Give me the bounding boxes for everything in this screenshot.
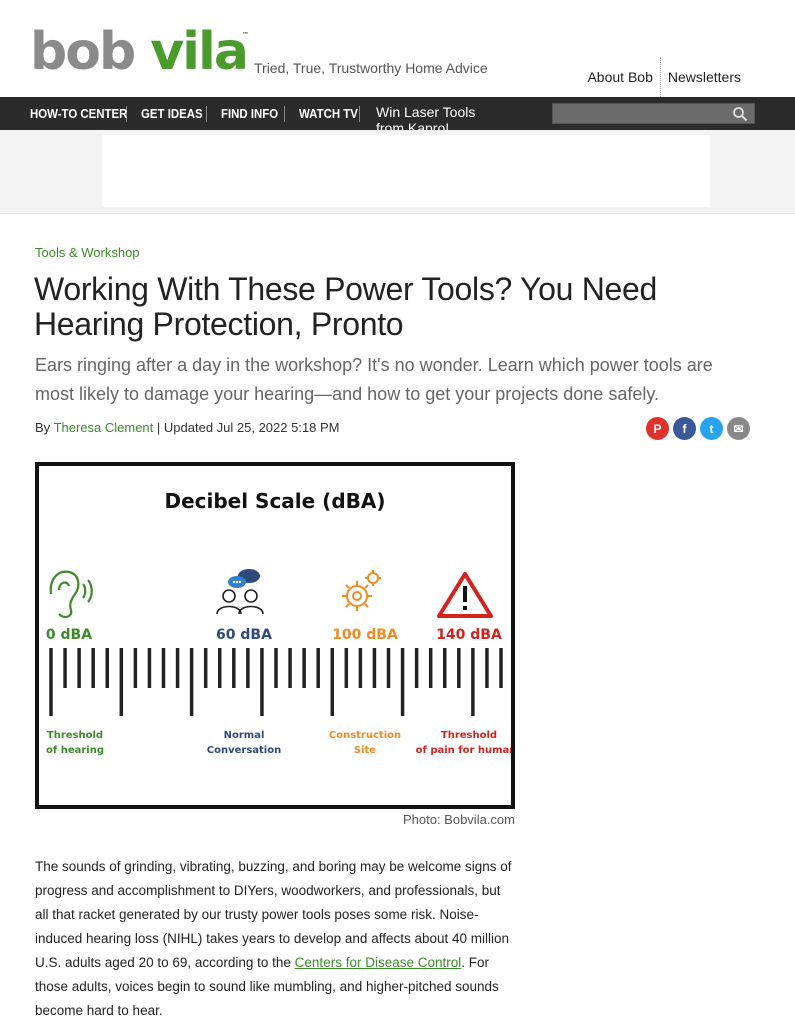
- twitter-icon[interactable]: t: [700, 417, 723, 440]
- updated-date: | Updated Jul 25, 2022 5:18 PM: [156, 420, 340, 435]
- search-icon[interactable]: [732, 106, 748, 122]
- ad-banner-area: [0, 130, 795, 214]
- photo-credit: Photo: Bobvila.com: [402, 812, 515, 827]
- nav-divider: [359, 105, 360, 122]
- share-buttons: Pf t ✉: [646, 417, 750, 440]
- ad-slot[interactable]: [102, 135, 710, 207]
- db-description-label: of pain for humans: [416, 745, 511, 756]
- db-description-label: Threshold: [47, 730, 103, 741]
- search-input[interactable]: [552, 103, 755, 124]
- article-dek: Ears ringing after a day in the workshop…: [35, 355, 713, 404]
- byline: By Theresa Clement | Updated Jul 25, 202…: [35, 420, 340, 435]
- facebook-icon[interactable]: f: [673, 417, 696, 440]
- pinterest-icon[interactable]: P: [646, 417, 669, 440]
- body-paragraph-1: The sounds of grinding, vibrating, buzzi…: [35, 859, 512, 970]
- nav-divider: [284, 105, 285, 122]
- logo-vila: vila: [150, 22, 249, 82]
- nav-find-info[interactable]: FIND INFO: [221, 106, 278, 121]
- db-value-label: 0 dBA: [46, 627, 92, 643]
- scale-ticks: [49, 648, 503, 716]
- db-description-label: Site: [354, 745, 376, 756]
- warning-icon: [437, 572, 493, 618]
- article-headline: Working With These Power Tools? You Need…: [34, 271, 658, 342]
- masthead: bob vila ™ Tried, True, Trustworthy Home…: [0, 0, 795, 101]
- db-value-label: 140 dBA: [436, 627, 502, 643]
- gear-icon: [342, 570, 381, 611]
- nav-divider: [206, 105, 207, 122]
- nav-promo-link[interactable]: Win Laser Tools from Kapro!: [376, 104, 506, 130]
- db-value-label: 60 dBA: [216, 627, 272, 643]
- logo-trademark: ™: [242, 31, 249, 39]
- decibel-scale-image: Decibel Scale (dBA) 0 dBA 60 dBA 100 dBA…: [35, 462, 522, 809]
- nav-how-to-center[interactable]: HOW-TO CENTER: [30, 106, 127, 121]
- db-description-label: Threshold: [441, 730, 497, 741]
- tagline: Tried, True, Trustworthy Home Advice: [254, 60, 488, 76]
- db-description-label: Conversation: [207, 745, 281, 756]
- db-description-label: Construction: [329, 730, 401, 741]
- author-link[interactable]: Theresa Clement: [54, 420, 154, 435]
- nav-items: HOW-TO CENTER GET IDEAS FIND INFO WATCH …: [30, 97, 374, 130]
- email-icon[interactable]: ✉: [727, 417, 750, 440]
- db-description-label: of hearing: [46, 745, 104, 756]
- logo-bob: bob: [30, 22, 136, 82]
- figure-title: Decibel Scale (dBA): [164, 489, 385, 513]
- db-value-label: 100 dBA: [332, 627, 398, 643]
- byline-prefix: By: [35, 420, 51, 435]
- conversation-icon: [216, 569, 264, 615]
- nav-get-ideas[interactable]: GET IDEAS: [141, 106, 203, 121]
- category-link[interactable]: Tools & Workshop: [35, 245, 140, 260]
- article-body: The sounds of grinding, vibrating, buzzi…: [35, 855, 515, 1023]
- db-description-label: Normal: [224, 730, 265, 741]
- nav-watch-tv[interactable]: WATCH TV: [299, 106, 358, 121]
- decibel-scale-graphic: Decibel Scale (dBA) 0 dBA 60 dBA 100 dBA…: [46, 489, 522, 756]
- cdc-link[interactable]: Centers for Disease Control: [295, 955, 462, 970]
- ear-icon: [49, 570, 93, 619]
- site-logo[interactable]: bob vila ™: [30, 26, 249, 78]
